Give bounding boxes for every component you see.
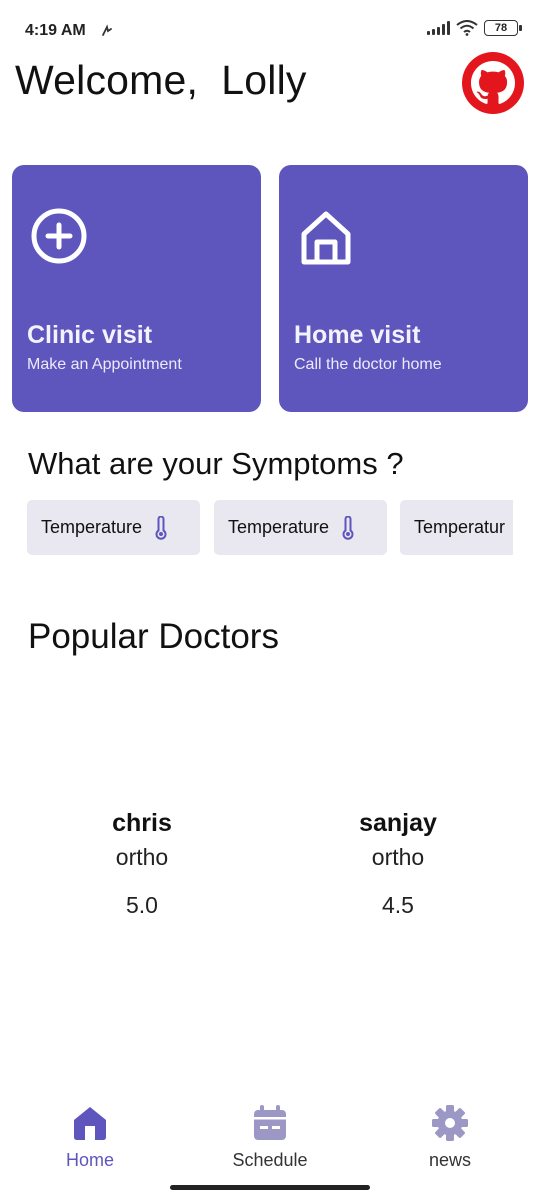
welcome-heading: Welcome, Lolly <box>15 57 307 103</box>
symptom-chip-label: Temperatur <box>414 517 506 537</box>
symptom-chip[interactable]: Temperature <box>214 500 387 555</box>
symptoms-heading: What are your Symptoms ? <box>28 446 404 481</box>
nav-schedule[interactable]: Schedule <box>210 1104 330 1171</box>
home-icon <box>74 1107 106 1140</box>
nav-news[interactable]: news <box>390 1104 510 1171</box>
nav-schedule-label: Schedule <box>232 1150 308 1170</box>
card-subtitle: Make an Appointment <box>27 356 182 373</box>
doctor-card[interactable]: sanjay ortho 4.5 <box>318 806 478 922</box>
doctor-rating: 5.0 <box>126 892 158 918</box>
card-subtitle: Call the doctor home <box>294 356 442 373</box>
doctor-name: chris <box>112 809 172 837</box>
symptom-chip[interactable]: Temperature <box>27 500 200 555</box>
plus-circle-icon <box>31 208 87 264</box>
card-title: Home visit <box>294 321 421 349</box>
calendar-icon <box>254 1105 286 1140</box>
doctor-rating: 4.5 <box>382 892 414 918</box>
avatar[interactable] <box>462 52 524 114</box>
card-title: Clinic visit <box>27 321 153 349</box>
wifi-icon <box>456 20 478 36</box>
symptom-chip-label: Temperature <box>41 517 143 537</box>
symptom-chip-label: Temperature <box>228 517 330 537</box>
github-icon <box>471 61 515 104</box>
battery-indicator: 78 <box>484 20 522 36</box>
status-icons: 78 <box>427 20 522 36</box>
notification-icon <box>102 24 112 36</box>
nav-news-label: news <box>428 1150 472 1170</box>
thermometer-icon <box>342 515 354 540</box>
doctor-card[interactable]: chris ortho 5.0 <box>62 806 222 922</box>
symptom-chip[interactable]: Temperatur <box>400 500 513 555</box>
house-icon <box>301 211 351 265</box>
nav-home-label: Home <box>65 1150 114 1170</box>
gear-icon <box>432 1105 468 1141</box>
gesture-bar[interactable] <box>170 1185 370 1190</box>
doctor-specialty: ortho <box>371 844 425 870</box>
status-bar: 4:19 AM 78 <box>0 0 540 60</box>
thermometer-icon <box>155 515 167 540</box>
clinic-visit-card[interactable]: Clinic visit Make an Appointment <box>12 165 261 412</box>
doctor-specialty: ortho <box>115 844 169 870</box>
bottom-navigation: Home Schedule news <box>0 1090 540 1200</box>
popular-doctors-heading: Popular Doctors <box>28 617 279 656</box>
status-time: 4:19 AM <box>25 22 86 39</box>
home-visit-card[interactable]: Home visit Call the doctor home <box>279 165 528 412</box>
doctor-name: sanjay <box>359 809 437 837</box>
nav-home[interactable]: Home <box>30 1104 150 1171</box>
signal-icon <box>427 21 450 35</box>
symptom-chip-list[interactable]: Temperature Temperature Temperatur <box>27 500 513 556</box>
